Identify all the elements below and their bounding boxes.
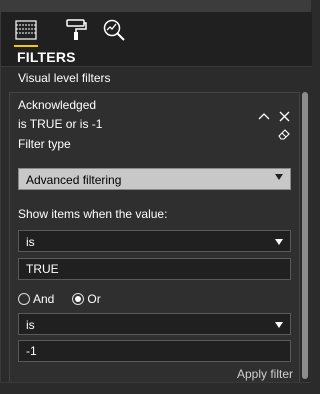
chevron-down-icon xyxy=(275,174,283,180)
and-radio-label[interactable]: And xyxy=(33,292,54,306)
chevron-down-icon xyxy=(275,322,283,328)
or-radio[interactable] xyxy=(72,293,85,305)
condition1-operator-dropdown[interactable]: is xyxy=(18,230,291,252)
pane-title: FILTERS xyxy=(17,49,76,65)
filter-type-value: Advanced filtering xyxy=(26,173,122,187)
analytics-icon[interactable] xyxy=(102,18,126,42)
condition2-value-input[interactable] xyxy=(18,340,291,362)
filter-field-name[interactable]: Acknowledged xyxy=(18,98,96,112)
condition2-operator-dropdown[interactable]: is xyxy=(18,313,291,335)
close-icon[interactable] xyxy=(277,109,291,123)
condition1-value-input[interactable] xyxy=(18,258,291,280)
and-radio[interactable] xyxy=(18,293,30,305)
apply-filter-button[interactable]: Apply filter xyxy=(237,367,293,381)
show-items-label: Show items when the value: xyxy=(18,207,168,221)
logic-radio-group: And Or xyxy=(18,292,119,306)
filter-type-label: Filter type xyxy=(18,137,71,151)
filter-summary: is TRUE or is -1 xyxy=(18,117,103,131)
divider xyxy=(1,66,312,67)
condition2-operator-value: is xyxy=(26,318,35,332)
window-top-edge xyxy=(0,0,311,12)
fields-icon[interactable] xyxy=(14,18,38,42)
condition1-operator-value: is xyxy=(26,235,35,249)
pane-tab-bar: FILTERS xyxy=(1,12,312,66)
visual-level-filters-heading: Visual level filters xyxy=(18,71,111,85)
format-paint-icon[interactable] xyxy=(64,18,88,42)
active-tab-indicator xyxy=(14,45,38,47)
eraser-icon[interactable] xyxy=(277,127,291,141)
pane-bottom-edge xyxy=(0,382,311,394)
collapse-icon[interactable] xyxy=(257,109,271,123)
scrollbar-thumb[interactable] xyxy=(302,92,308,379)
or-radio-label[interactable]: Or xyxy=(87,292,100,306)
filter-type-dropdown[interactable]: Advanced filtering xyxy=(18,168,291,190)
chevron-down-icon xyxy=(275,239,283,245)
